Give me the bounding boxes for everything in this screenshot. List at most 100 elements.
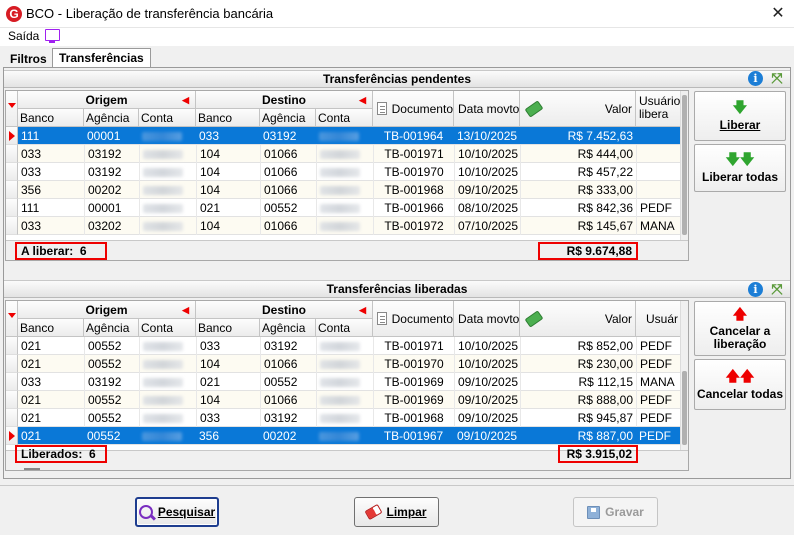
current-row-indicator-icon[interactable] [6, 427, 18, 445]
cancelar-todas-button[interactable]: 🡅🡅 Cancelar todas [694, 359, 786, 410]
table-row[interactable]: 033 03192 104 01066 TB-001971 10/10/2025 R$ 44… [18, 145, 682, 163]
expand-icon[interactable]: ⤧ [769, 281, 785, 297]
table-cell: 00552 [84, 391, 139, 409]
col-header-agencia[interactable]: Agência [84, 319, 139, 337]
table-cell-conta [139, 163, 196, 181]
table-cell: TB-001971 [373, 337, 454, 355]
col-header-data-movto[interactable]: Data movto [454, 91, 520, 127]
table-row[interactable]: 021 00552 104 01066 TB-001970 10/10/2025 R$ 23… [18, 355, 682, 373]
col-header-agencia-destino[interactable]: Agência [260, 109, 316, 127]
bottom-separator [0, 485, 794, 486]
current-row-indicator-icon[interactable] [6, 127, 18, 145]
sort-indicator-icon[interactable] [6, 91, 18, 127]
table-row[interactable]: 111 00001 021 00552 TB-001966 08/10/2025 R$ 84… [18, 199, 682, 217]
redacted-value [142, 132, 182, 142]
table-row[interactable]: 033 03192 021 00552 TB-001969 09/10/2025 R$ 11… [18, 373, 682, 391]
table-cell: 08/10/2025 [454, 199, 520, 217]
table-cell: R$ 333,00 [520, 181, 636, 199]
limpar-button[interactable]: Limpar [354, 497, 439, 527]
col-header-agencia-destino[interactable]: Agência [260, 319, 316, 337]
table-row[interactable]: 021 00552 356 00202 TB-001967 09/10/2025 R$ 88… [18, 427, 682, 445]
info-icon[interactable]: i [748, 282, 763, 297]
released-horizontal-scrollbar[interactable] [24, 468, 40, 470]
table-cell: R$ 230,00 [520, 355, 636, 373]
table-cell: TB-001971 [373, 145, 454, 163]
cancelar-liberacao-button[interactable]: 🡅 Cancelar a liberação [694, 301, 786, 356]
pending-vertical-scrollbar[interactable] [680, 91, 688, 241]
table-row[interactable]: 021 00552 033 03192 TB-001968 09/10/2025 R$ 94… [18, 409, 682, 427]
table-cell: TB-001967 [383, 429, 444, 443]
table-cell-conta [316, 355, 373, 373]
col-header-documento[interactable]: Documento [373, 91, 454, 127]
row-indicator[interactable] [6, 145, 18, 163]
table-cell-conta [139, 355, 196, 373]
col-header-documento[interactable]: Documento [373, 301, 454, 337]
table-cell: 00552 [87, 429, 121, 443]
liberar-button[interactable]: 🡇 Liberar [694, 91, 786, 141]
tab-transferencias[interactable]: Transferências [52, 48, 151, 69]
col-header-agencia[interactable]: Agência [84, 109, 139, 127]
table-row[interactable]: 033 03202 104 01066 TB-001972 07/10/2025 R$ 14… [18, 217, 682, 235]
table-cell: 021 [21, 393, 42, 407]
app-logo-icon: G [6, 6, 22, 22]
row-indicator[interactable] [6, 409, 18, 427]
table-cell: TB-001968 [373, 409, 454, 427]
table-cell-conta [316, 145, 373, 163]
table-cell: 00552 [84, 409, 139, 427]
table-cell: TB-001964 [383, 129, 444, 143]
col-header-banco-destino[interactable]: Banco [196, 319, 260, 337]
table-row[interactable]: 021 00552 033 03192 TB-001971 10/10/2025 R$ 85… [18, 337, 682, 355]
col-header-conta[interactable]: Conta [139, 319, 196, 337]
liberar-todas-button[interactable]: 🡇🡇 Liberar todas [694, 144, 786, 192]
col-header-valor[interactable]: Valor [520, 91, 636, 127]
released-vertical-scrollbar[interactable] [680, 301, 688, 451]
table-cell: 09/10/2025 [454, 181, 520, 199]
menu-item-saida[interactable]: Saída [8, 29, 39, 43]
row-indicator[interactable] [6, 181, 18, 199]
table-cell-conta [139, 427, 196, 445]
row-indicator[interactable] [6, 355, 18, 373]
gravar-button[interactable]: Gravar [573, 497, 658, 527]
table-cell: 00552 [84, 355, 139, 373]
col-header-banco[interactable]: Banco [18, 109, 84, 127]
info-icon[interactable]: i [748, 71, 763, 86]
col-header-usuario[interactable]: Usuár [636, 301, 682, 337]
sort-indicator-icon[interactable] [6, 301, 18, 337]
group-header-destino[interactable]: Destino ◀ [196, 91, 373, 109]
row-indicator[interactable] [6, 337, 18, 355]
row-indicator[interactable] [6, 217, 18, 235]
col-header-conta-destino[interactable]: Conta [316, 319, 373, 337]
table-row[interactable]: 021 00552 104 01066 TB-001969 09/10/2025 R$ 88… [18, 391, 682, 409]
redacted-value [320, 186, 360, 196]
table-row[interactable]: 111 00001 033 03192 TB-001964 13/10/2025 R$ 7.… [18, 127, 682, 145]
menu-bar: Saída [0, 28, 794, 46]
monitor-icon[interactable] [45, 29, 60, 43]
table-cell: 03192 [260, 337, 316, 355]
table-cell [636, 163, 682, 181]
table-row[interactable]: 356 00202 104 01066 TB-001968 09/10/2025 R$ 33… [18, 181, 682, 199]
close-button[interactable]: ✕ [764, 2, 792, 26]
expand-icon[interactable]: ⤧ [769, 70, 785, 86]
row-indicator[interactable] [6, 199, 18, 217]
col-header-data-movto[interactable]: Data movto [454, 301, 520, 337]
col-header-usuario-libera[interactable]: Usuário libera [636, 91, 682, 127]
col-header-conta[interactable]: Conta [139, 109, 196, 127]
table-cell: 021 [21, 411, 42, 425]
eraser-icon [364, 503, 383, 521]
redacted-value [143, 378, 183, 388]
row-indicator[interactable] [6, 373, 18, 391]
row-indicator[interactable] [6, 391, 18, 409]
group-header-origem[interactable]: Origem ◀ [18, 91, 196, 109]
pesquisar-button[interactable]: Pesquisar [135, 497, 219, 527]
table-cell [636, 145, 682, 163]
group-header-destino[interactable]: Destino ◀ [196, 301, 373, 319]
table-cell: MANA [636, 373, 682, 391]
group-header-origem[interactable]: Origem ◀ [18, 301, 196, 319]
col-header-banco-destino[interactable]: Banco [196, 109, 260, 127]
col-header-conta-destino[interactable]: Conta [316, 109, 373, 127]
table-row[interactable]: 033 03192 104 01066 TB-001970 10/10/2025 R$ 45… [18, 163, 682, 181]
col-header-valor[interactable]: Valor [520, 301, 636, 337]
col-header-banco[interactable]: Banco [18, 319, 84, 337]
table-cell-conta [139, 127, 196, 145]
row-indicator[interactable] [6, 163, 18, 181]
